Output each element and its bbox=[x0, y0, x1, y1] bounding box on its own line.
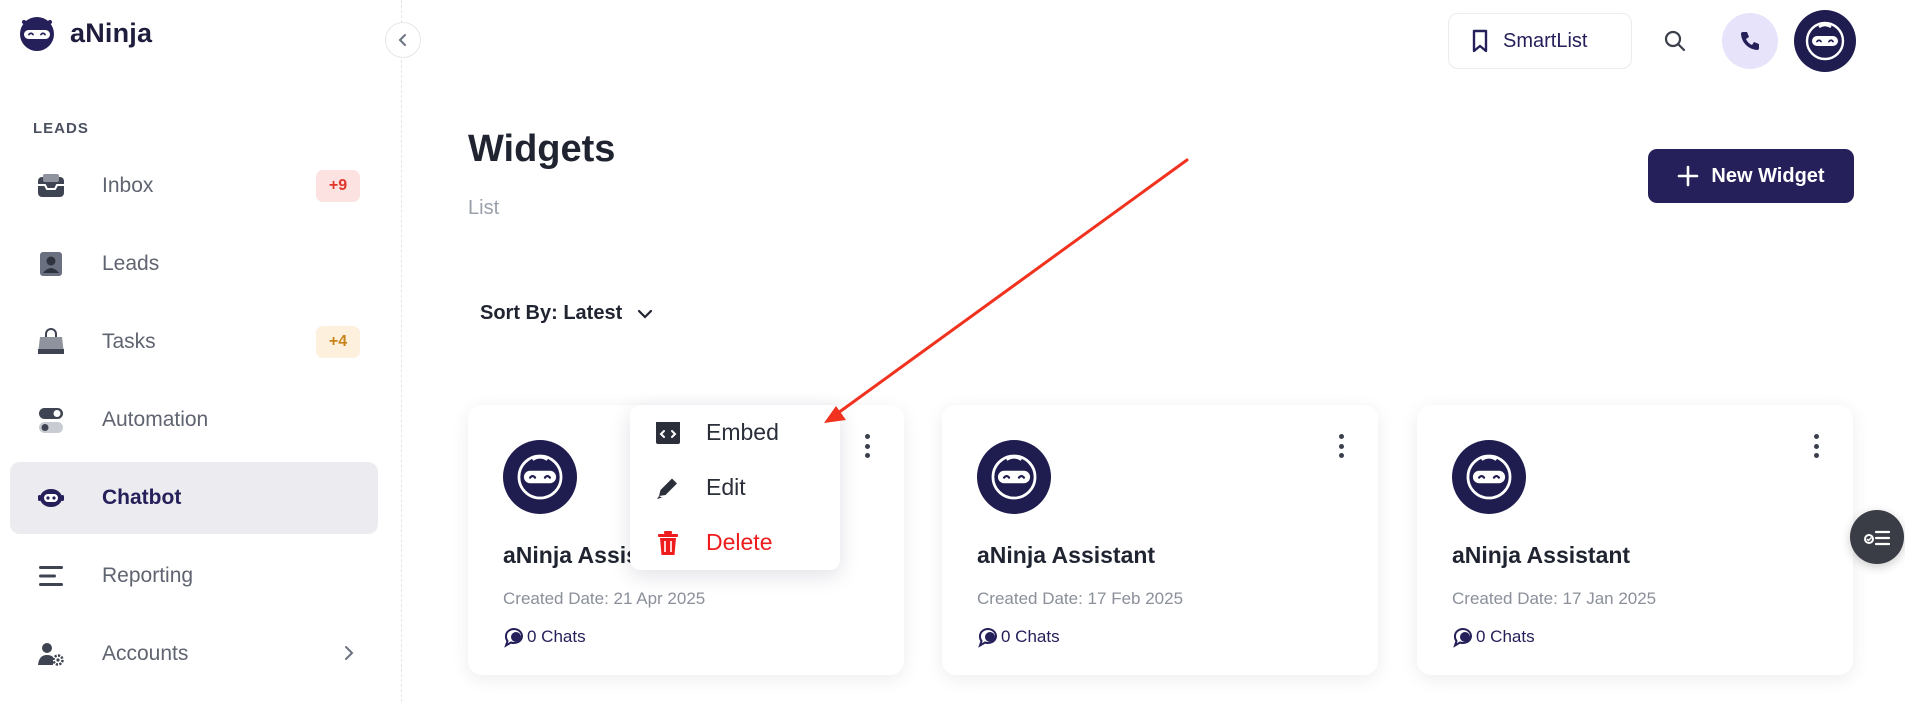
widget-chat-count: 0 Chats bbox=[1452, 626, 1535, 648]
smartlist-label: SmartList bbox=[1503, 29, 1588, 52]
sort-label: Sort By: Latest bbox=[480, 302, 623, 324]
sidebar-item-label: Tasks bbox=[102, 330, 156, 353]
chevron-left-icon bbox=[398, 34, 406, 46]
phone-button[interactable] bbox=[1722, 13, 1778, 69]
contact-card-icon bbox=[35, 248, 67, 280]
chat-bubble-icon bbox=[504, 628, 523, 648]
sidebar-item-leads[interactable]: Leads bbox=[10, 228, 378, 300]
widget-chat-count: 0 Chats bbox=[977, 626, 1060, 648]
sidebar-item-label: Reporting bbox=[102, 564, 194, 587]
page-subtitle: List bbox=[468, 197, 500, 219]
floating-task-button[interactable] bbox=[1850, 510, 1904, 564]
phone-icon bbox=[1741, 32, 1759, 50]
widget-created-date: Created Date: 21 Apr 2025 bbox=[503, 589, 706, 608]
new-widget-label: New Widget bbox=[1711, 164, 1825, 187]
tasks-count-badge: +4 bbox=[316, 326, 360, 358]
sidebar-item-label: Inbox bbox=[102, 174, 154, 197]
search-icon bbox=[1664, 30, 1686, 52]
page-title: Widgets bbox=[468, 128, 616, 170]
inbox-icon bbox=[35, 170, 67, 202]
widget-context-menu: Embed Edit Delete bbox=[630, 405, 840, 570]
inbox-count-badge: +9 bbox=[316, 170, 360, 202]
widget-name: aNinja Assistant bbox=[1452, 542, 1631, 568]
sidebar: aNinja LEADS Inbox +9 Leads Tasks +4 Aut… bbox=[0, 0, 402, 702]
card-more-button[interactable] bbox=[1809, 431, 1823, 461]
sidebar-nav: Inbox +9 Leads Tasks +4 Automation Chatb… bbox=[10, 150, 378, 696]
smartlist-button[interactable]: SmartList bbox=[1448, 13, 1632, 69]
sidebar-item-inbox[interactable]: Inbox +9 bbox=[10, 150, 378, 222]
widget-card[interactable]: aNinja Assistant Created Date: 17 Jan 20… bbox=[1417, 405, 1853, 675]
chevron-down-icon bbox=[638, 309, 653, 319]
bookmark-icon bbox=[1472, 29, 1488, 53]
section-label-leads: LEADS bbox=[33, 120, 89, 137]
menu-item-edit[interactable]: Edit bbox=[654, 474, 746, 501]
chat-bubble-icon bbox=[978, 628, 997, 648]
brand-name: aNinja bbox=[70, 17, 153, 48]
chevron-right-icon bbox=[342, 644, 356, 667]
widget-avatar bbox=[1452, 440, 1526, 514]
search-button[interactable] bbox=[1660, 26, 1690, 56]
sidebar-item-label: Leads bbox=[102, 252, 160, 275]
task-list-icon bbox=[1864, 530, 1891, 546]
pencil-icon bbox=[657, 478, 677, 499]
ninja-avatar-icon bbox=[1805, 21, 1845, 61]
sidebar-item-label: Chatbot bbox=[102, 486, 182, 509]
brand[interactable]: aNinja bbox=[16, 12, 152, 54]
ninja-avatar-icon bbox=[1466, 454, 1512, 500]
chatbot-icon bbox=[35, 482, 67, 514]
shopping-bag-icon bbox=[35, 326, 67, 358]
chat-bubble-icon bbox=[1453, 628, 1472, 648]
sort-dropdown[interactable]: Sort By: Latest bbox=[480, 302, 654, 325]
card-more-button[interactable] bbox=[860, 431, 874, 461]
sidebar-item-reporting[interactable]: Reporting bbox=[10, 540, 378, 612]
menu-item-delete[interactable]: Delete bbox=[654, 529, 772, 556]
widget-avatar bbox=[503, 440, 577, 514]
plus-icon bbox=[1678, 165, 1699, 187]
widget-card[interactable]: aNinja Assistant Created Date: 17 Feb 20… bbox=[942, 405, 1378, 675]
user-gear-icon bbox=[35, 638, 67, 670]
new-widget-button[interactable]: New Widget bbox=[1648, 149, 1854, 203]
widget-chat-count: 0 Chats bbox=[503, 626, 586, 648]
menu-item-embed[interactable]: Embed bbox=[654, 419, 779, 446]
ninja-avatar-icon bbox=[517, 454, 563, 500]
sidebar-item-automation[interactable]: Automation bbox=[10, 384, 378, 456]
list-lines-icon bbox=[35, 560, 67, 592]
card-more-button[interactable] bbox=[1334, 431, 1348, 461]
sidebar-item-label: Accounts bbox=[102, 642, 189, 665]
toggle-icon bbox=[35, 404, 67, 436]
sidebar-item-label: Automation bbox=[102, 408, 209, 431]
code-embed-icon bbox=[656, 421, 680, 444]
sidebar-item-tasks[interactable]: Tasks +4 bbox=[10, 306, 378, 378]
trash-icon bbox=[658, 530, 678, 555]
sidebar-item-accounts[interactable]: Accounts bbox=[10, 618, 378, 690]
widget-name: aNinja Assistant bbox=[977, 542, 1156, 568]
widget-created-date: Created Date: 17 Feb 2025 bbox=[977, 589, 1184, 608]
widget-avatar bbox=[977, 440, 1051, 514]
widget-created-date: Created Date: 17 Jan 2025 bbox=[1452, 589, 1657, 608]
sidebar-collapse-button[interactable] bbox=[385, 22, 421, 58]
user-avatar[interactable] bbox=[1794, 10, 1856, 72]
sidebar-item-chatbot[interactable]: Chatbot bbox=[10, 462, 378, 534]
ninja-logo-icon bbox=[20, 17, 54, 51]
ninja-avatar-icon bbox=[991, 454, 1037, 500]
